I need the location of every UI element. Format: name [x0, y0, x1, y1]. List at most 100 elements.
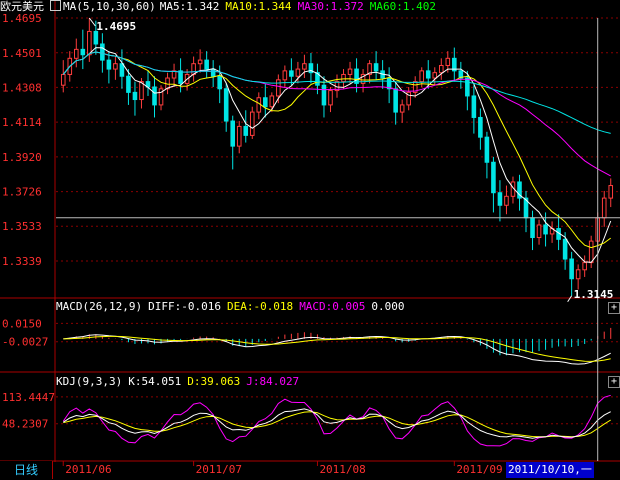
candle-body — [536, 224, 542, 239]
k-value: K:54.051 — [128, 375, 182, 388]
macd-value: MACD:0.005 — [299, 300, 366, 313]
candle-body — [419, 70, 425, 83]
candle-body — [491, 161, 496, 194]
candle-body — [113, 63, 118, 70]
candle-body — [126, 75, 131, 93]
ma-icon — [50, 0, 61, 11]
price-axis: 1.46951.45011.43081.41141.39201.37261.35… — [2, 12, 42, 268]
candle-body — [119, 63, 125, 77]
price-tick-label: 1.4308 — [2, 81, 42, 94]
candle-body — [465, 77, 470, 97]
low-label: 1.3145 — [574, 288, 614, 301]
x-tick-label: 2011/09 — [456, 463, 502, 476]
candle-body — [289, 70, 294, 77]
price-header: 欧元美元 MA(5,10,30,60) MA5:1.342 MA10:1.344 MA3… — [0, 0, 442, 14]
dea-line — [63, 335, 611, 362]
candle-body — [328, 90, 333, 106]
j-line — [62, 394, 611, 447]
candle-body — [276, 79, 281, 97]
ma10-value: MA10:1.344 — [225, 0, 292, 13]
candle-body — [178, 70, 183, 84]
macd-tick-label: 0.0150 — [2, 317, 42, 330]
candle-body — [223, 88, 229, 122]
d-line — [63, 411, 611, 438]
price-tick-label: 1.4501 — [2, 47, 42, 60]
candle-body — [74, 48, 79, 59]
candle-body — [197, 59, 203, 65]
x-tick-label: 2011/06 — [65, 463, 111, 476]
kdj-tick-label: 48.2307 — [2, 418, 48, 431]
candle-body — [399, 104, 405, 113]
daily-tab[interactable]: 日线 — [0, 461, 53, 479]
candle-body — [60, 73, 66, 86]
candle-body — [425, 70, 431, 79]
price-tick-label: 1.3339 — [2, 255, 42, 268]
macd-expand-button[interactable]: + — [608, 302, 620, 314]
d-value: D:39.063 — [187, 375, 241, 388]
candle-body — [249, 111, 255, 136]
kdj-panel: 113.4447 48.2307 — [2, 391, 620, 447]
candle-body — [295, 68, 301, 77]
macd-header: MACD(26,12,9) DIFF:-0.016 DEA:-0.018 MACD:0… — [56, 300, 411, 314]
candle-body — [582, 262, 587, 271]
ma-params-text: MA(5,10,30,60) — [63, 0, 156, 13]
macd-extra-value: 0.000 — [371, 300, 405, 313]
candle-body — [588, 240, 594, 264]
candle-body — [106, 59, 112, 70]
ma30-value: MA30:1.372 — [297, 0, 364, 13]
candle-body — [608, 185, 614, 199]
price-tick-label: 1.3920 — [2, 151, 42, 164]
candle-body — [471, 95, 477, 118]
candle-body — [497, 192, 503, 206]
candle-body — [132, 91, 138, 101]
candle-body — [445, 57, 451, 66]
macd-tick-label: -0.0027 — [2, 336, 48, 349]
candle-body — [504, 195, 509, 206]
candle-body — [236, 125, 242, 147]
candle-body — [93, 30, 99, 45]
candle-body — [243, 125, 249, 136]
grid-lines — [56, 17, 620, 262]
candle-body — [230, 120, 236, 147]
candle-body — [87, 30, 92, 56]
candle-body — [256, 97, 262, 113]
candle-body — [341, 73, 346, 83]
candle-body — [302, 63, 307, 70]
moving-averages — [62, 47, 612, 263]
candle-body — [478, 116, 483, 138]
ma-params-label: MA(5,10,30,60) — [50, 0, 156, 13]
kdj-expand-button[interactable]: + — [608, 376, 620, 388]
candle-body — [484, 136, 490, 163]
ma60-value: MA60:1.402 — [369, 0, 437, 13]
candle-body — [263, 97, 268, 108]
low-pointer — [567, 295, 573, 303]
price-tick-label: 1.3726 — [2, 186, 42, 199]
candle-body — [373, 63, 379, 72]
x-tick-label: 2011/08 — [319, 463, 365, 476]
candle-body — [354, 68, 359, 84]
candle-body — [80, 48, 86, 56]
x-axis: 2011/06 2011/07 2011/08 2011/09 — [62, 461, 503, 476]
macd-panel: 0.0150 -0.0027 — [2, 317, 620, 365]
candle-body — [210, 68, 216, 77]
high-label: 1.4695 — [96, 20, 136, 33]
kdj-header: KDJ(9,3,3) K:54.051 D:39.063 J:84.027 — [56, 375, 305, 389]
candle-body — [601, 197, 607, 219]
macd-params: MACD(26,12,9) — [56, 300, 143, 313]
candle-body — [100, 43, 105, 61]
candle-body — [204, 59, 209, 70]
kdj-params: KDJ(9,3,3) — [56, 375, 123, 388]
candle-body — [393, 88, 398, 113]
symbol-label: 欧元美元 — [0, 0, 44, 13]
candle-body — [347, 68, 353, 75]
dea-value: DEA:-0.018 — [226, 300, 294, 313]
candle-body — [432, 72, 438, 79]
diff-value: DIFF:-0.016 — [148, 300, 221, 313]
candle-body — [321, 84, 327, 106]
price-tick-label: 1.3533 — [2, 220, 42, 233]
high-pointer — [88, 17, 96, 27]
candle-body — [217, 75, 222, 90]
candle-body — [139, 81, 144, 101]
chart-canvas[interactable]: 1.4695 1.4501 1.4308 1.4114 1.3920 1.3726 1.35… — [0, 0, 620, 480]
cursor-date-label: 2011/10/10,一 — [506, 462, 594, 478]
